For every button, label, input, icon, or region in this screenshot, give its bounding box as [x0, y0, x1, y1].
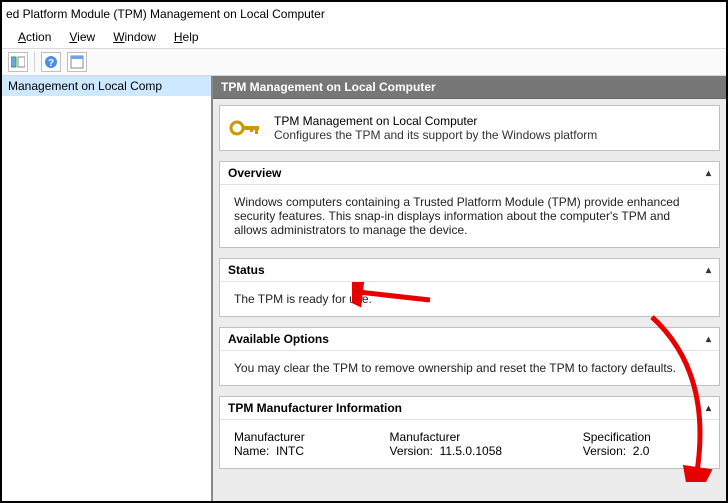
body: Management on Local Comp TPM Management … — [2, 76, 726, 501]
section-options-title: Available Options — [228, 332, 329, 346]
summary-block: TPM Management on Local Computer Configu… — [219, 105, 720, 151]
section-options-header[interactable]: Available Options ▴ — [220, 328, 719, 351]
summary-text: TPM Management on Local Computer Configu… — [274, 114, 597, 142]
key-icon — [228, 114, 264, 142]
toolbar: ? — [2, 48, 726, 76]
content-body: TPM Management on Local Computer Configu… — [213, 99, 726, 485]
collapse-caret-icon: ▴ — [706, 168, 711, 179]
section-overview-body: Windows computers containing a Trusted P… — [220, 185, 719, 247]
section-overview-title: Overview — [228, 166, 281, 180]
toolbar-separator — [34, 52, 35, 72]
section-status-body: The TPM is ready for use. — [220, 282, 719, 316]
toolbar-btn-console[interactable] — [8, 52, 28, 72]
section-options-body: You may clear the TPM to remove ownershi… — [220, 351, 719, 385]
menu-action[interactable]: Action — [10, 28, 59, 46]
panes-icon — [11, 55, 25, 69]
menu-view[interactable]: View — [61, 28, 103, 46]
collapse-caret-icon: ▴ — [706, 403, 711, 414]
menu-window[interactable]: Window — [105, 28, 164, 46]
section-mfr: TPM Manufacturer Information ▴ Manufactu… — [219, 396, 720, 469]
toolbar-btn-help[interactable]: ? — [41, 52, 61, 72]
summary-title: TPM Management on Local Computer — [274, 114, 597, 128]
section-status-title: Status — [228, 263, 265, 277]
menu-help[interactable]: Help — [166, 28, 207, 46]
mmc-window: ed Platform Module (TPM) Management on L… — [0, 0, 728, 503]
help-icon: ? — [44, 55, 58, 69]
menu-bar: Action View Window Help — [2, 26, 726, 48]
section-status-header[interactable]: Status ▴ — [220, 259, 719, 282]
svg-text:?: ? — [48, 58, 54, 69]
section-overview: Overview ▴ Windows computers containing … — [219, 161, 720, 248]
toolbar-btn-window[interactable] — [67, 52, 87, 72]
tree-pane: Management on Local Comp — [2, 76, 213, 501]
window-icon — [70, 55, 84, 69]
mfr-name-value: INTC — [276, 444, 304, 458]
collapse-caret-icon: ▴ — [706, 265, 711, 276]
section-overview-header[interactable]: Overview ▴ — [220, 162, 719, 185]
section-mfr-header[interactable]: TPM Manufacturer Information ▴ — [220, 397, 719, 420]
section-mfr-body: Manufacturer Name: INTC Manufacturer Ver… — [220, 420, 719, 468]
section-mfr-title: TPM Manufacturer Information — [228, 401, 402, 415]
content-pane: TPM Management on Local Computer TPM Man… — [213, 76, 726, 501]
spec-version-value: 2.0 — [633, 444, 650, 458]
section-status: Status ▴ The TPM is ready for use. — [219, 258, 720, 317]
mfr-version-value: 11.5.0.1058 — [440, 444, 503, 458]
content-header: TPM Management on Local Computer — [213, 76, 726, 99]
window-title: ed Platform Module (TPM) Management on L… — [2, 2, 726, 26]
section-options: Available Options ▴ You may clear the TP… — [219, 327, 720, 386]
tree-item-tpm[interactable]: Management on Local Comp — [2, 76, 211, 96]
summary-desc: Configures the TPM and its support by th… — [274, 128, 597, 142]
collapse-caret-icon: ▴ — [706, 334, 711, 345]
